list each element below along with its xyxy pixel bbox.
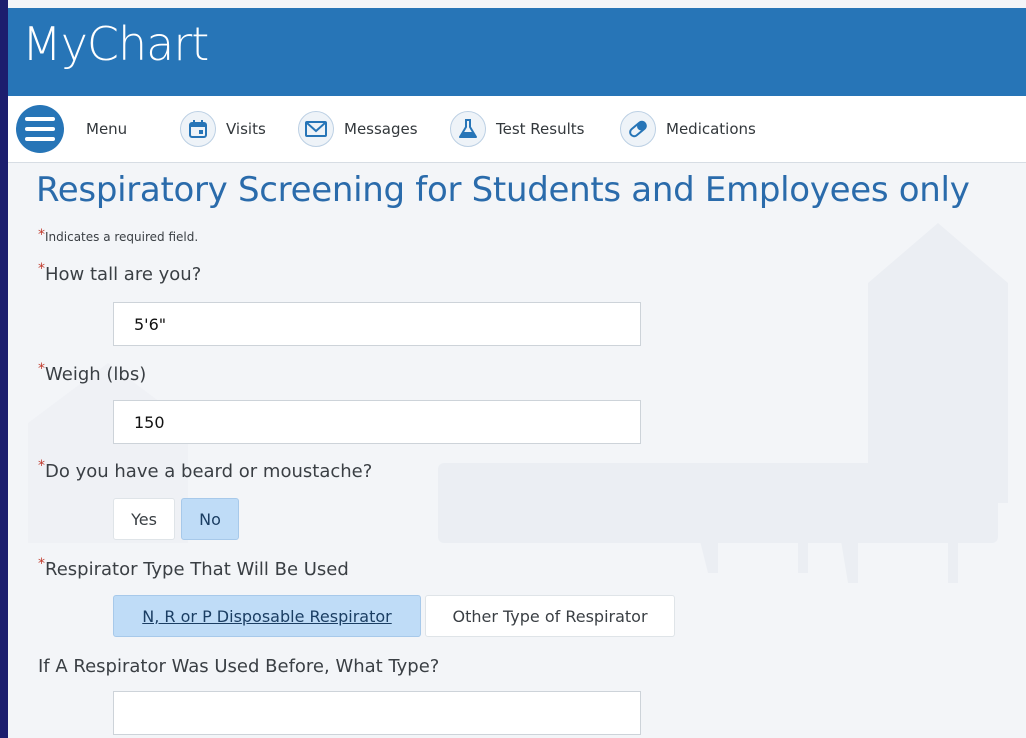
respirator-type-label-text: Respirator Type That Will Be Used bbox=[45, 559, 349, 580]
nav-messages[interactable]: Messages bbox=[298, 96, 418, 162]
page-title: Respiratory Screening for Students and E… bbox=[36, 170, 970, 210]
required-mark: * bbox=[38, 361, 45, 377]
previous-respirator-input[interactable] bbox=[113, 691, 641, 735]
disposable-respirator-label: N, R or P Disposable Respirator bbox=[142, 606, 392, 626]
other-respirator-button[interactable]: Other Type of Respirator bbox=[425, 595, 675, 637]
respirator-type-label: *Respirator Type That Will Be Used bbox=[38, 556, 349, 580]
envelope-icon bbox=[298, 111, 334, 147]
nav-bar: Menu Visits Messages Test Results Medica… bbox=[8, 96, 1026, 163]
nav-medications[interactable]: Medications bbox=[620, 96, 756, 162]
nav-menu-label: Menu bbox=[86, 120, 128, 138]
mychart-window: MyChart Menu Visits Messages Test Result… bbox=[8, 0, 1026, 738]
weight-label: *Weigh (lbs) bbox=[38, 361, 147, 385]
nav-medications-label: Medications bbox=[666, 120, 756, 138]
beard-yes-button[interactable]: Yes bbox=[113, 498, 175, 540]
height-input[interactable] bbox=[113, 302, 641, 346]
beard-label: *Do you have a beard or moustache? bbox=[38, 458, 373, 482]
weight-input[interactable] bbox=[113, 400, 641, 444]
required-mark: * bbox=[38, 227, 45, 243]
required-mark: * bbox=[38, 556, 45, 572]
required-note: *Indicates a required field. bbox=[38, 227, 199, 246]
required-note-text: Indicates a required field. bbox=[45, 230, 199, 244]
beard-label-text: Do you have a beard or moustache? bbox=[45, 461, 373, 482]
calendar-icon bbox=[180, 111, 216, 147]
beard-no-button[interactable]: No bbox=[181, 498, 239, 540]
nav-test-results-label: Test Results bbox=[496, 120, 585, 138]
nav-visits-label: Visits bbox=[226, 120, 266, 138]
beard-yes-label: Yes bbox=[131, 509, 157, 529]
hamburger-menu-icon bbox=[16, 105, 64, 153]
height-label-text: How tall are you? bbox=[45, 264, 202, 285]
weight-label-text: Weigh (lbs) bbox=[45, 364, 147, 385]
height-label: *How tall are you? bbox=[38, 261, 202, 285]
nav-visits[interactable]: Visits bbox=[180, 96, 266, 162]
nav-test-results[interactable]: Test Results bbox=[450, 96, 584, 162]
required-mark: * bbox=[38, 458, 45, 474]
background-illustration bbox=[28, 223, 1008, 583]
disposable-respirator-button[interactable]: N, R or P Disposable Respirator bbox=[113, 595, 421, 637]
beard-no-label: No bbox=[199, 509, 221, 529]
previous-respirator-label: If A Respirator Was Used Before, What Ty… bbox=[38, 656, 440, 677]
nav-messages-label: Messages bbox=[344, 120, 418, 138]
flask-icon bbox=[450, 111, 486, 147]
app-header: MyChart bbox=[8, 8, 1026, 96]
required-mark: * bbox=[38, 261, 45, 277]
mychart-logo[interactable]: MyChart bbox=[22, 14, 209, 74]
nav-menu[interactable]: Menu bbox=[16, 96, 127, 162]
other-respirator-label: Other Type of Respirator bbox=[452, 606, 648, 626]
pill-icon bbox=[620, 111, 656, 147]
